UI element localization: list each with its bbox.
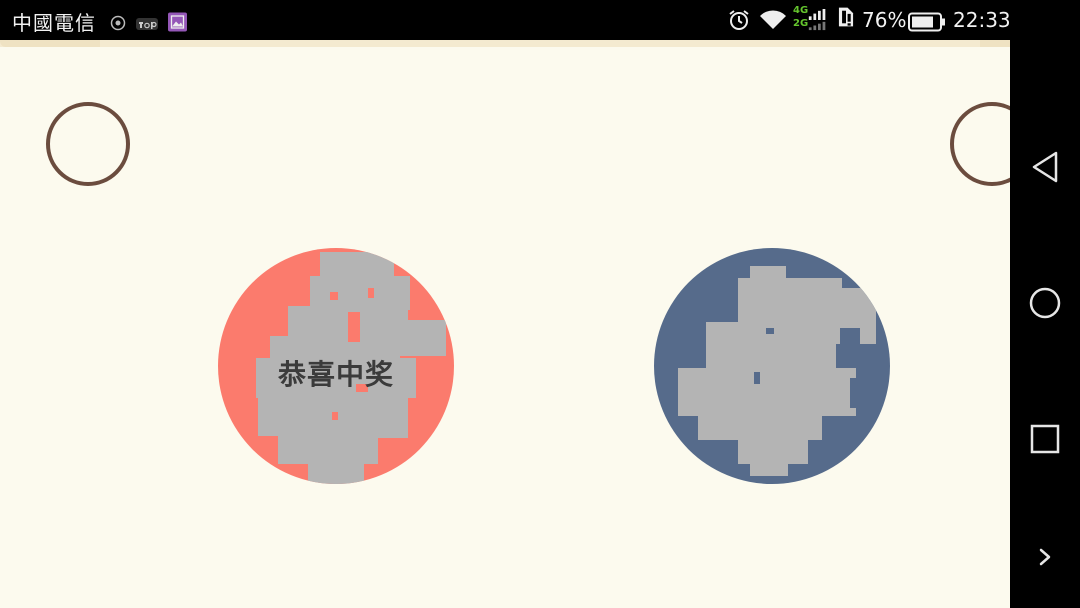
network-type-4g: 4G <box>793 5 809 16</box>
sim-alert-icon <box>838 7 854 27</box>
back-icon[interactable] <box>1026 148 1064 186</box>
status-bar: 中國電信 4G 2G 76% 22:33 <box>0 0 1080 40</box>
gallery-icon <box>168 12 187 32</box>
tap-icon <box>136 18 158 30</box>
alarm-icon <box>729 10 749 30</box>
battery-percent: 76% <box>862 8 907 32</box>
phone-screen: 中國電信 4G 2G 76% 22:33 恭喜中奖 <box>0 0 1080 608</box>
circle-button-right[interactable] <box>950 102 1010 186</box>
network-type-2g: 2G <box>793 18 809 29</box>
clock: 22:33 <box>953 8 1011 32</box>
more-icon[interactable] <box>1034 538 1056 576</box>
navigation-bar <box>1010 40 1080 608</box>
wifi-icon <box>760 10 786 29</box>
recents-icon[interactable] <box>1026 420 1064 458</box>
top-decor-strip-right <box>980 40 1010 47</box>
carrier-name: 中國電信 <box>12 11 96 35</box>
scratch-card-left[interactable] <box>218 248 454 484</box>
game-canvas: 恭喜中奖 <box>0 40 1010 608</box>
battery-icon <box>908 12 945 32</box>
top-decor-strip <box>0 40 1010 47</box>
qq-icon <box>110 15 126 31</box>
circle-button-left[interactable] <box>46 102 130 186</box>
top-decor-strip-left <box>0 40 100 47</box>
scratch-card-right[interactable] <box>654 248 890 484</box>
home-icon[interactable] <box>1026 284 1064 322</box>
signal-icon <box>808 9 826 31</box>
